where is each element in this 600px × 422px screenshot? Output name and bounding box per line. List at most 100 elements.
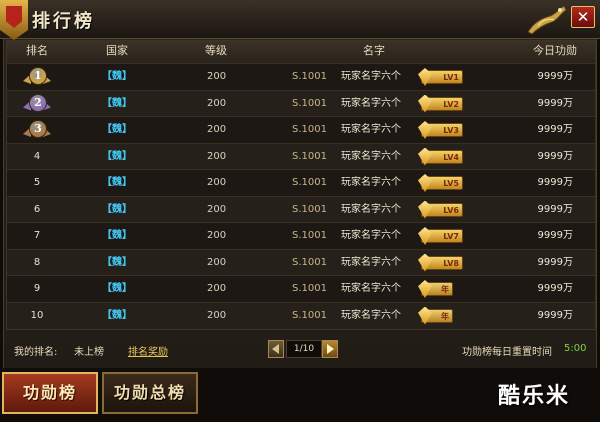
merit-cell: 9999万 (537, 124, 573, 135)
level-cell: 200 (207, 283, 227, 294)
rank-number: 3 (29, 120, 47, 138)
level-cell: 200 (207, 71, 227, 82)
vip-gem-icon: 年 (418, 306, 453, 325)
tab-merit-ranking[interactable]: 功勋榜 (2, 372, 98, 414)
vip-badge-cell: LV3 (417, 117, 463, 143)
page-indicator: 1/10 (286, 340, 322, 358)
vip-badge-cell: LV5 (417, 170, 463, 196)
player-name-cell[interactable]: 玩家名字六个 (341, 117, 417, 143)
rank-cell: 2 (7, 91, 67, 117)
table-row[interactable]: 9 【魏】 200 S.1001 玩家名字六个 年 9999万 (7, 275, 595, 302)
vip-gem-icon: LV3 (418, 121, 463, 139)
nation-cell: 【魏】 (102, 283, 132, 294)
server-cell: S.1001 (292, 230, 327, 241)
table-row[interactable]: 10 【魏】 200 S.1001 玩家名字六个 年 9999万 (7, 301, 595, 329)
rank-number: 1 (29, 67, 47, 85)
vip-gem-icon: LV1 (418, 68, 463, 86)
merit-cell: 9999万 (537, 256, 573, 268)
header-nation: 国家 (106, 44, 128, 57)
vip-badge-cell: 年 (417, 303, 461, 329)
player-name-cell[interactable]: 玩家名字六个 (341, 64, 417, 90)
merit-cell: 9999万 (537, 150, 573, 162)
level-cell: 200 (207, 97, 227, 109)
pagination: 1/10 (268, 340, 340, 358)
prev-page-button[interactable] (268, 340, 284, 358)
tab-total-merit-ranking[interactable]: 功勋总榜 (102, 372, 198, 414)
merit-cell: 9999万 (537, 283, 573, 294)
rank-cell: 3 (7, 117, 67, 143)
vip-level-label: 年 (441, 311, 449, 321)
player-name-cell[interactable]: 玩家名字六个 (341, 144, 417, 170)
table-row[interactable]: 3 【魏】 200 S.1001 玩家名字六个 LV3 9999万 (7, 116, 595, 143)
table-row[interactable]: 5 【魏】 200 S.1001 玩家名字六个 LV5 9999万 (7, 169, 595, 196)
rank-cell: 10 (7, 303, 67, 329)
arrow-right-icon (327, 344, 334, 354)
vip-level-label: LV5 (443, 179, 459, 188)
site-watermark: 酷乐米 (498, 384, 571, 409)
rank-cell: 8 (7, 250, 67, 276)
level-cell: 200 (207, 230, 227, 241)
footer-bar: 我的排名: 未上榜 排名奖励 1/10 功勋榜每日重置时间 5:00 (6, 330, 594, 366)
vip-level-label: 年 (441, 285, 449, 294)
table-header: 排名 国家 等级 名字 今日功勋 (7, 41, 595, 64)
player-name-cell[interactable]: 玩家名字六个 (341, 170, 417, 196)
rank-cell: 1 (7, 64, 67, 90)
server-cell: S.1001 (292, 283, 327, 294)
level-cell: 200 (207, 309, 227, 321)
merit-cell: 9999万 (537, 177, 573, 188)
player-name-cell[interactable]: 玩家名字六个 (341, 197, 417, 223)
player-name-cell[interactable]: 玩家名字六个 (341, 276, 417, 302)
nation-cell: 【魏】 (102, 177, 132, 188)
arrow-left-icon (272, 344, 279, 354)
player-name-cell[interactable]: 玩家名字六个 (341, 250, 417, 276)
table-row[interactable]: 6 【魏】 200 S.1001 玩家名字六个 LV6 9999万 (7, 195, 595, 223)
rank-cell: 7 (7, 223, 67, 249)
vip-level-label: LV3 (443, 126, 459, 135)
vip-badge-cell: LV4 (417, 144, 463, 170)
vip-badge-cell: LV6 (417, 197, 463, 223)
reset-time-value: 5:00 (564, 343, 587, 354)
window-title: 排行榜 (32, 11, 95, 32)
vip-badge-cell: LV8 (417, 250, 463, 276)
table-row[interactable]: 1 【魏】 200 S.1001 玩家名字六个 LV1 9999万 (7, 63, 595, 90)
my-rank-label: 我的排名: (14, 347, 58, 358)
table-row[interactable]: 4 【魏】 200 S.1001 玩家名字六个 LV4 9999万 (7, 142, 595, 170)
nation-cell: 【魏】 (102, 71, 132, 82)
player-name-cell[interactable]: 玩家名字六个 (341, 223, 417, 249)
rank-medal-icon: 2 (23, 93, 51, 115)
rank-number: 10 (30, 309, 44, 321)
merit-cell: 9999万 (537, 97, 573, 109)
vip-gem-icon: LV8 (418, 253, 463, 272)
nation-cell: 【魏】 (102, 256, 132, 268)
rank-cell: 4 (7, 144, 67, 170)
rank-number: 9 (33, 283, 41, 294)
player-name-cell[interactable]: 玩家名字六个 (341, 303, 417, 329)
nation-cell: 【魏】 (102, 309, 132, 321)
table-row[interactable]: 8 【魏】 200 S.1001 玩家名字六个 LV8 9999万 (7, 248, 595, 276)
reset-time-label: 功勋榜每日重置时间 (462, 347, 552, 358)
table-row[interactable]: 2 【魏】 200 S.1001 玩家名字六个 LV2 9999万 (7, 89, 595, 117)
rank-number: 5 (33, 177, 41, 188)
next-page-button[interactable] (322, 340, 338, 358)
server-cell: S.1001 (292, 256, 327, 268)
banner-emblem-icon (0, 0, 28, 40)
rank-reward-link[interactable]: 排名奖励 (128, 343, 168, 358)
player-name-cell[interactable]: 玩家名字六个 (341, 91, 417, 117)
server-cell: S.1001 (292, 309, 327, 321)
my-rank-value: 未上榜 (74, 347, 104, 358)
header-level: 等级 (205, 44, 227, 57)
ranking-table: 排名 国家 等级 名字 今日功勋 1 【魏】 200 S.1001 玩家名字六个 LV1 9… (6, 40, 596, 330)
level-cell: 200 (207, 124, 227, 135)
table-row[interactable]: 7 【魏】 200 S.1001 玩家名字六个 LV7 9999万 (7, 222, 595, 249)
vip-level-label: LV7 (443, 232, 459, 241)
vip-badge-cell: LV7 (417, 223, 463, 249)
close-button[interactable]: ✕ (571, 6, 595, 28)
nation-cell: 【魏】 (102, 97, 132, 109)
nation-cell: 【魏】 (102, 150, 132, 162)
rank-medal-icon: 1 (23, 66, 51, 88)
header-name: 名字 (363, 44, 385, 57)
level-cell: 200 (207, 256, 227, 268)
server-cell: S.1001 (292, 177, 327, 188)
vip-level-label: LV6 (443, 205, 459, 215)
server-cell: S.1001 (292, 150, 327, 162)
